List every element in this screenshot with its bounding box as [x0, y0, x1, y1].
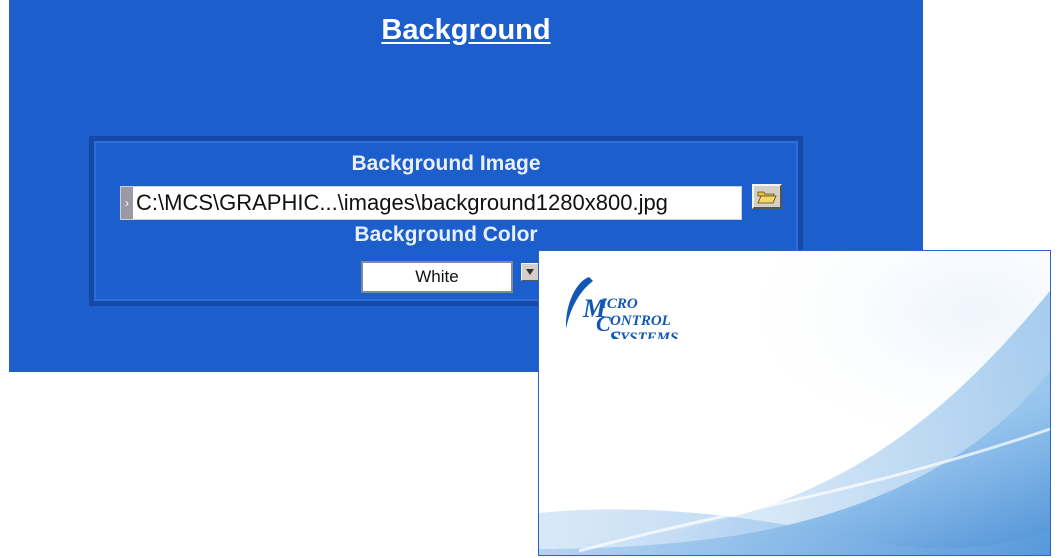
- background-color-dropdown-button[interactable]: [521, 263, 539, 281]
- path-marker-icon: ›: [121, 187, 133, 219]
- background-image-path-value: C:\MCS\GRAPHIC...\images\background1280x…: [136, 190, 668, 215]
- logo-line-1: ICRO: [600, 296, 638, 312]
- chevron-down-icon: [526, 269, 534, 275]
- folder-open-icon: [757, 191, 777, 203]
- panel-title: Background: [381, 14, 551, 46]
- stage: Background Background Image › C:\MCS\GRA…: [0, 0, 1058, 558]
- logo-clip-band: [579, 339, 709, 351]
- browse-image-button[interactable]: [752, 184, 782, 209]
- preview-canvas: M ICRO C ONTROL S YSTEMS: [539, 251, 1050, 555]
- background-color-select[interactable]: White: [361, 261, 513, 293]
- background-image-label: Background Image: [351, 152, 541, 175]
- background-color-label: Background Color: [354, 223, 538, 246]
- background-preview: M ICRO C ONTROL S YSTEMS: [538, 250, 1051, 556]
- background-image-path-field[interactable]: › C:\MCS\GRAPHIC...\images\background128…: [120, 186, 742, 220]
